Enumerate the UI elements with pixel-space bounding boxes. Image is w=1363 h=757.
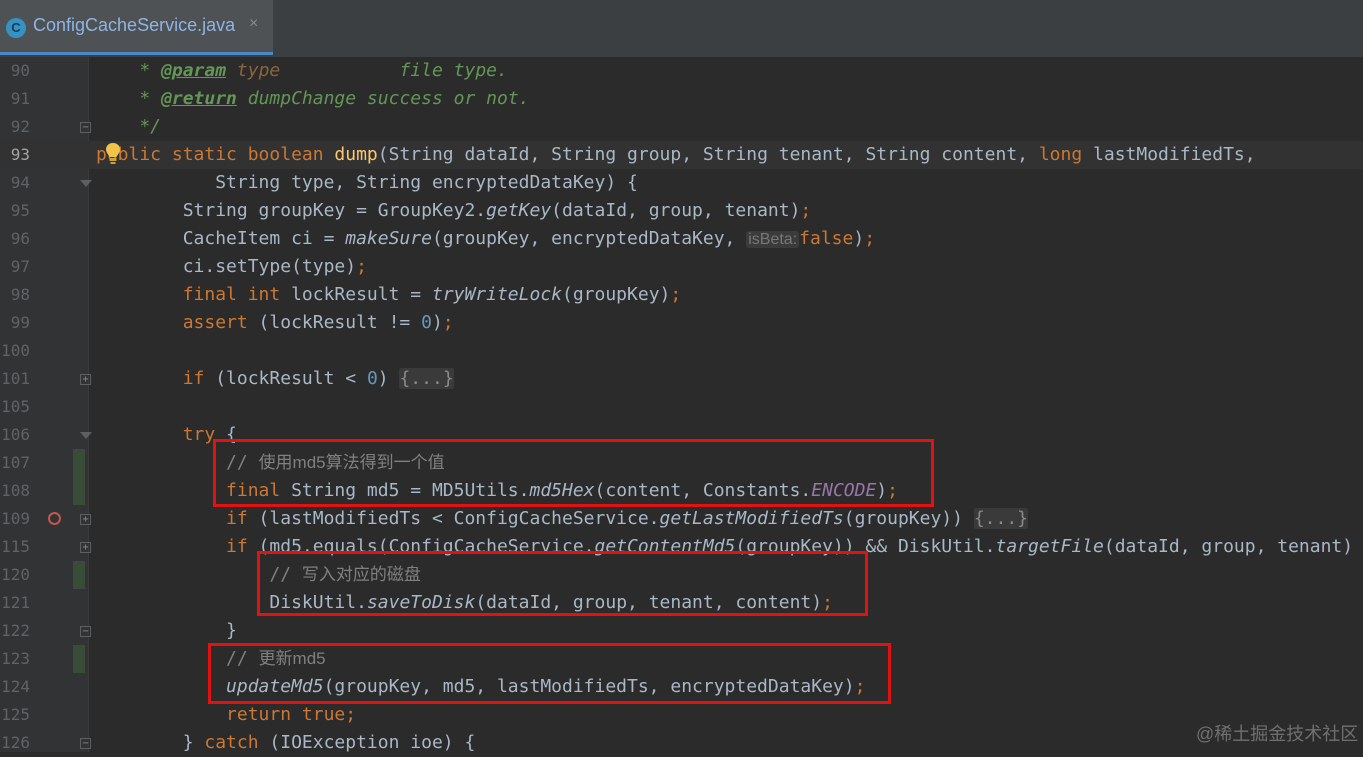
code-text: if (lastModifiedTs < ConfigCacheService.… (96, 508, 1028, 529)
change-marker[interactable] (73, 477, 85, 505)
editor-tab-bar: C ConfigCacheService.java × (0, 0, 1363, 57)
expand-icon[interactable]: + (80, 542, 91, 553)
code-line: 109 + if (lastModifiedTs < ConfigCacheSe… (0, 505, 1363, 533)
code-text: final int lockResult = tryWriteLock(grou… (96, 284, 682, 305)
line-number: 123 (1, 649, 30, 668)
change-marker[interactable] (73, 561, 85, 589)
code-text: */ (96, 116, 162, 137)
code-line-current: 93 public static boolean dump(String dat… (0, 141, 1363, 169)
line-number: 124 (1, 677, 30, 696)
java-class-icon: C (6, 18, 26, 38)
code-text: * @param type file type. (96, 60, 508, 81)
line-number: 96 (10, 229, 30, 248)
line-number: 90 (10, 61, 30, 80)
code-line: 99 assert (lockResult != 0); (0, 309, 1363, 337)
inlay-hint: isBeta: (746, 231, 800, 248)
line-number: 92 (10, 117, 30, 136)
expand-icon[interactable]: + (80, 374, 91, 385)
code-line: 101 + if (lockResult < 0) {...} (0, 365, 1363, 393)
code-line: 92 − */ (0, 113, 1363, 141)
line-number: 125 (1, 705, 30, 724)
line-number: 106 (1, 425, 30, 444)
code-line: 100 (0, 337, 1363, 365)
highlight-box-save-to-disk (257, 551, 868, 616)
folded-block[interactable]: {...} (973, 508, 1028, 529)
line-number: 126 (1, 733, 30, 752)
fold-icon[interactable]: − (80, 738, 91, 749)
code-line: 96 CacheItem ci = makeSure(groupKey, enc… (0, 225, 1363, 253)
line-number: 95 (10, 201, 30, 220)
line-number: 91 (10, 89, 30, 108)
line-number: 105 (1, 397, 30, 416)
code-text: CacheItem ci = makeSure(groupKey, encryp… (96, 228, 876, 249)
line-number: 93 (10, 145, 30, 164)
change-marker[interactable] (73, 645, 85, 673)
line-number: 100 (1, 341, 30, 360)
code-text: String type, String encryptedDataKey) { (96, 172, 638, 193)
line-number: 120 (1, 565, 30, 584)
code-line: 126 − } catch (IOException ioe) { (0, 729, 1363, 757)
line-number: 99 (10, 313, 30, 332)
code-line: 90 * @param type file type. (0, 57, 1363, 85)
lightbulb-icon[interactable] (105, 142, 121, 166)
highlight-box-md5 (213, 439, 934, 507)
fold-icon[interactable] (80, 180, 92, 187)
line-number: 97 (10, 257, 30, 276)
code-text: ci.setType(type); (96, 256, 367, 277)
tab-title: ConfigCacheService.java (33, 15, 236, 35)
folded-block[interactable]: {...} (399, 368, 454, 389)
code-text: return true; (96, 704, 357, 725)
watermark: @稀土掘金技术社区 (1196, 724, 1359, 744)
code-text: } catch (IOException ioe) { (96, 732, 476, 753)
line-number: 94 (10, 173, 30, 192)
code-text: public static boolean dump(String dataId… (96, 144, 1256, 165)
code-line: 98 final int lockResult = tryWriteLock(g… (0, 281, 1363, 309)
code-line: 97 ci.setType(type); (0, 253, 1363, 281)
line-number: 109 (1, 509, 30, 528)
code-line: 94 String type, String encryptedDataKey)… (0, 169, 1363, 197)
code-line: 122 − } (0, 617, 1363, 645)
tab-config-cache-service[interactable]: C ConfigCacheService.java × (0, 0, 273, 55)
code-text: if (lockResult < 0) {...} (96, 368, 454, 389)
change-marker[interactable] (73, 449, 85, 477)
line-number: 108 (1, 481, 30, 500)
highlight-box-update-md5 (208, 643, 891, 704)
breakpoint-icon[interactable] (48, 512, 61, 525)
code-text: String groupKey = GroupKey2.getKey(dataI… (96, 200, 812, 221)
line-number: 101 (1, 369, 30, 388)
fold-icon[interactable]: − (80, 626, 91, 637)
fold-icon[interactable] (80, 432, 92, 439)
line-number: 121 (1, 593, 30, 612)
code-text: assert (lockResult != 0); (96, 312, 454, 333)
line-number: 115 (1, 537, 30, 556)
fold-icon[interactable]: − (80, 122, 91, 133)
close-icon[interactable]: × (249, 15, 258, 33)
line-number: 107 (1, 453, 30, 472)
line-number: 122 (1, 621, 30, 640)
code-line: 125 return true; (0, 701, 1363, 729)
code-text: } (96, 620, 237, 641)
code-line: 95 String groupKey = GroupKey2.getKey(da… (0, 197, 1363, 225)
code-text: * @return dumpChange success or not. (96, 88, 530, 109)
code-line: 91 * @return dumpChange success or not. (0, 85, 1363, 113)
code-line: 105 (0, 393, 1363, 421)
line-number: 98 (10, 285, 30, 304)
expand-icon[interactable]: + (80, 514, 91, 525)
